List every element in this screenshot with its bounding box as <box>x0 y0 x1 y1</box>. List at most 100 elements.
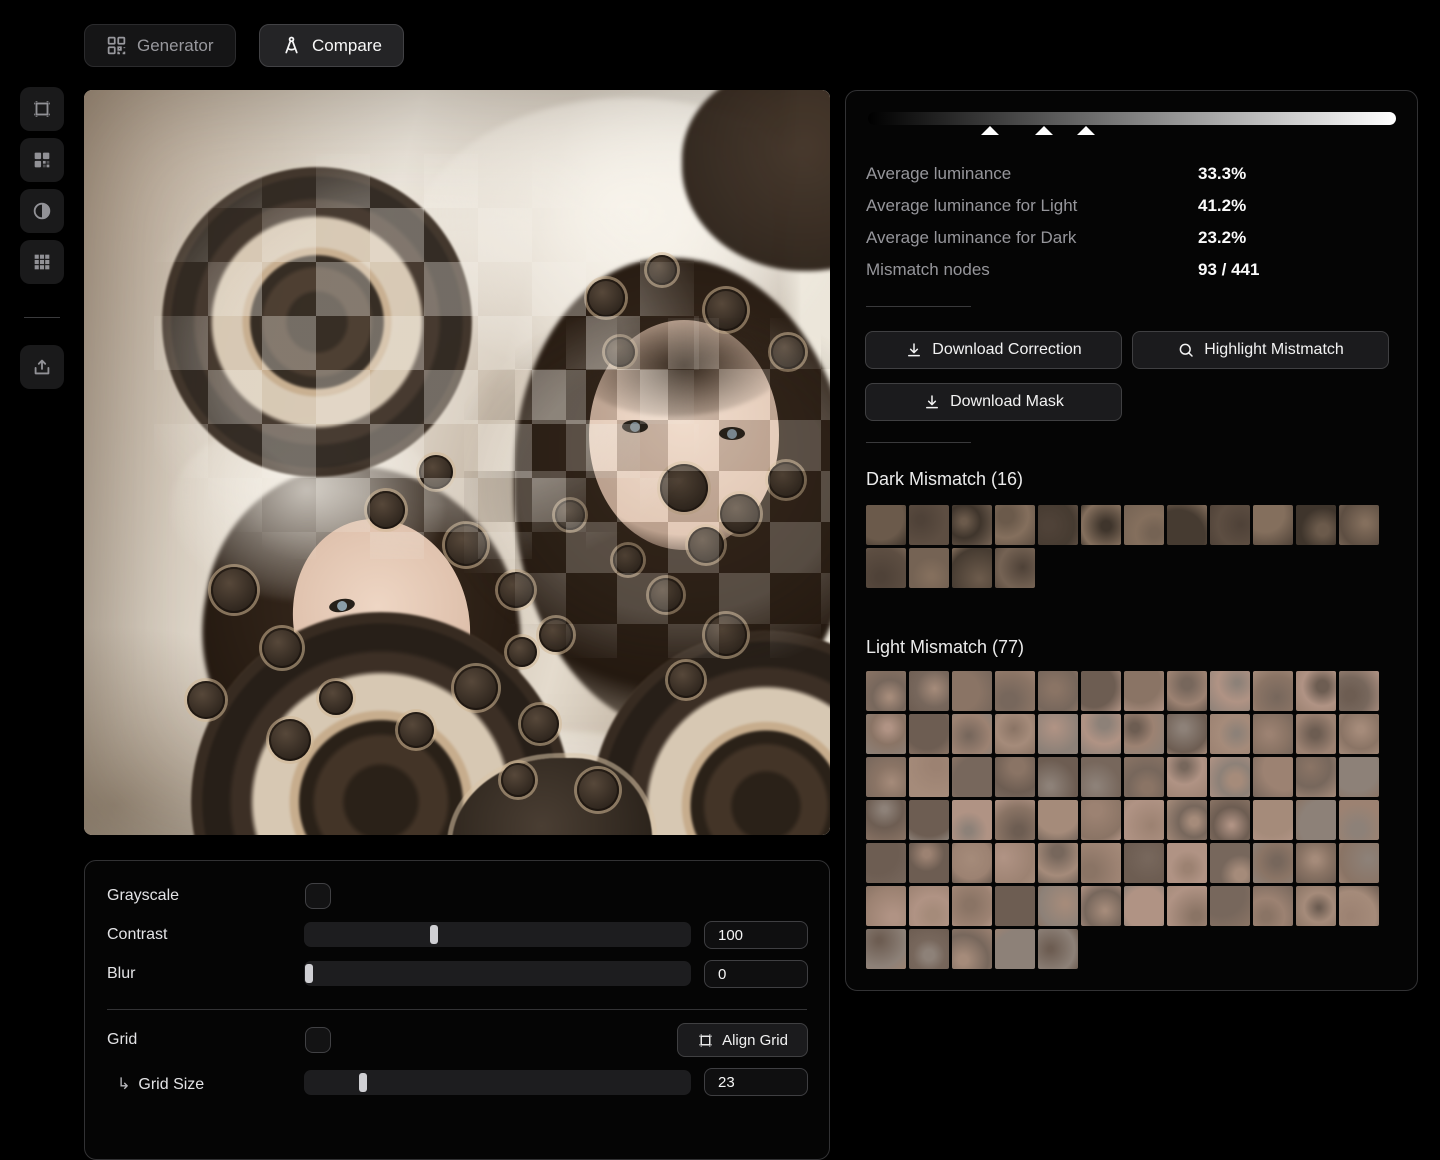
mismatch-thumbnail[interactable] <box>1038 505 1078 545</box>
mismatch-thumbnail[interactable] <box>952 714 992 754</box>
mismatch-thumbnail[interactable] <box>1210 505 1250 545</box>
mismatch-thumbnail[interactable] <box>1038 671 1078 711</box>
mismatch-thumbnail[interactable] <box>909 548 949 588</box>
grid-size-value-input[interactable] <box>704 1068 808 1096</box>
mismatch-thumbnail[interactable] <box>995 800 1035 840</box>
mismatch-thumbnail[interactable] <box>952 548 992 588</box>
mismatch-thumbnail[interactable] <box>866 671 906 711</box>
mismatch-thumbnail[interactable] <box>1210 843 1250 883</box>
mismatch-thumbnail[interactable] <box>866 714 906 754</box>
mismatch-thumbnail[interactable] <box>1038 757 1078 797</box>
mismatch-thumbnail[interactable] <box>1124 505 1164 545</box>
mismatch-thumbnail[interactable] <box>1296 671 1336 711</box>
mismatch-thumbnail[interactable] <box>1253 843 1293 883</box>
tab-compare[interactable]: Compare <box>259 24 404 67</box>
mismatch-thumbnail[interactable] <box>1339 886 1379 926</box>
tab-generator[interactable]: Generator <box>84 24 236 67</box>
mismatch-thumbnail[interactable] <box>909 757 949 797</box>
grid-tool-button[interactable] <box>20 240 64 284</box>
mismatch-thumbnail[interactable] <box>1081 843 1121 883</box>
blur-slider-thumb[interactable] <box>305 964 313 983</box>
mismatch-thumbnail[interactable] <box>1124 714 1164 754</box>
mismatch-thumbnail[interactable] <box>1210 671 1250 711</box>
mismatch-thumbnail[interactable] <box>1296 757 1336 797</box>
blur-value-input[interactable] <box>704 960 808 988</box>
mismatch-thumbnail[interactable] <box>909 929 949 969</box>
mismatch-thumbnail[interactable] <box>1339 714 1379 754</box>
mismatch-thumbnail[interactable] <box>1167 757 1207 797</box>
mismatch-thumbnail[interactable] <box>1296 714 1336 754</box>
mismatch-thumbnail[interactable] <box>995 505 1035 545</box>
mismatch-thumbnail[interactable] <box>909 800 949 840</box>
qr-pattern-tool-button[interactable] <box>20 138 64 182</box>
mismatch-thumbnail[interactable] <box>1339 505 1379 545</box>
mismatch-thumbnail[interactable] <box>1296 886 1336 926</box>
mismatch-thumbnail[interactable] <box>1339 843 1379 883</box>
mismatch-thumbnail[interactable] <box>1038 929 1078 969</box>
mismatch-thumbnail[interactable] <box>1167 505 1207 545</box>
contrast-tool-button[interactable] <box>20 189 64 233</box>
mismatch-thumbnail[interactable] <box>995 843 1035 883</box>
mismatch-thumbnail[interactable] <box>1124 800 1164 840</box>
mismatch-thumbnail[interactable] <box>1339 671 1379 711</box>
mismatch-thumbnail[interactable] <box>1038 714 1078 754</box>
mismatch-thumbnail[interactable] <box>1124 886 1164 926</box>
mismatch-thumbnail[interactable] <box>952 757 992 797</box>
mismatch-thumbnail[interactable] <box>909 886 949 926</box>
mismatch-thumbnail[interactable] <box>909 671 949 711</box>
mismatch-thumbnail[interactable] <box>1339 757 1379 797</box>
mismatch-thumbnail[interactable] <box>952 886 992 926</box>
mismatch-thumbnail[interactable] <box>1339 800 1379 840</box>
mismatch-thumbnail[interactable] <box>866 757 906 797</box>
mismatch-thumbnail[interactable] <box>909 714 949 754</box>
mismatch-thumbnail[interactable] <box>1124 757 1164 797</box>
mismatch-thumbnail[interactable] <box>1253 505 1293 545</box>
mismatch-thumbnail[interactable] <box>952 929 992 969</box>
mismatch-thumbnail[interactable] <box>1038 843 1078 883</box>
mismatch-thumbnail[interactable] <box>909 505 949 545</box>
mismatch-thumbnail[interactable] <box>1081 757 1121 797</box>
mismatch-thumbnail[interactable] <box>995 714 1035 754</box>
mismatch-thumbnail[interactable] <box>995 757 1035 797</box>
mismatch-thumbnail[interactable] <box>952 671 992 711</box>
mismatch-thumbnail[interactable] <box>995 671 1035 711</box>
download-mask-button[interactable]: Download Mask <box>865 383 1122 421</box>
mismatch-thumbnail[interactable] <box>1296 843 1336 883</box>
mismatch-thumbnail[interactable] <box>1210 757 1250 797</box>
mismatch-thumbnail[interactable] <box>952 505 992 545</box>
mismatch-thumbnail[interactable] <box>909 843 949 883</box>
mismatch-thumbnail[interactable] <box>866 800 906 840</box>
mismatch-thumbnail[interactable] <box>1253 757 1293 797</box>
contrast-slider-thumb[interactable] <box>430 925 438 944</box>
mismatch-thumbnail[interactable] <box>1210 714 1250 754</box>
mismatch-thumbnail[interactable] <box>1167 714 1207 754</box>
highlight-mismatch-button[interactable]: Highlight Mistmatch <box>1132 331 1389 369</box>
mismatch-thumbnail[interactable] <box>1038 886 1078 926</box>
mismatch-thumbnail[interactable] <box>952 843 992 883</box>
blur-slider[interactable] <box>304 961 691 986</box>
align-grid-button[interactable]: Align Grid <box>677 1023 808 1057</box>
mismatch-thumbnail[interactable] <box>866 505 906 545</box>
mismatch-thumbnail[interactable] <box>1167 800 1207 840</box>
mismatch-thumbnail[interactable] <box>866 548 906 588</box>
mismatch-thumbnail[interactable] <box>1253 671 1293 711</box>
mismatch-thumbnail[interactable] <box>1081 505 1121 545</box>
mismatch-thumbnail[interactable] <box>995 886 1035 926</box>
grayscale-checkbox[interactable] <box>305 883 331 909</box>
mismatch-thumbnail[interactable] <box>1210 800 1250 840</box>
contrast-slider[interactable] <box>304 922 691 947</box>
mismatch-thumbnail[interactable] <box>866 886 906 926</box>
mismatch-thumbnail[interactable] <box>952 800 992 840</box>
mismatch-thumbnail[interactable] <box>1167 671 1207 711</box>
mismatch-thumbnail[interactable] <box>866 929 906 969</box>
mismatch-thumbnail[interactable] <box>1081 800 1121 840</box>
mismatch-thumbnail[interactable] <box>1081 671 1121 711</box>
mismatch-thumbnail[interactable] <box>1253 886 1293 926</box>
contrast-value-input[interactable] <box>704 921 808 949</box>
mismatch-thumbnail[interactable] <box>1210 886 1250 926</box>
download-correction-button[interactable]: Download Correction <box>865 331 1122 369</box>
grid-checkbox[interactable] <box>305 1027 331 1053</box>
mismatch-thumbnail[interactable] <box>1296 505 1336 545</box>
mismatch-thumbnail[interactable] <box>866 843 906 883</box>
upload-tool-button[interactable] <box>20 345 64 389</box>
